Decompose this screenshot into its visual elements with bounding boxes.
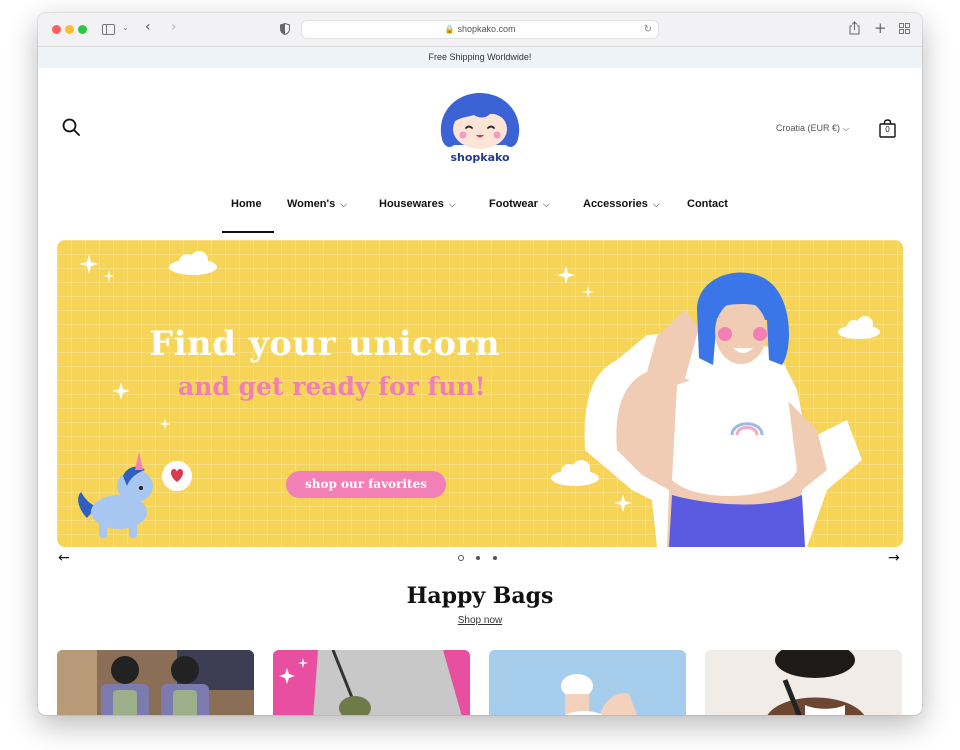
browser-toolbar: ⌄ ‹ › 🔒 shopkako.com ↻ + [38, 13, 922, 47]
tab-overview-icon[interactable] [899, 23, 910, 34]
sidebar-toggle-icon[interactable] [102, 24, 115, 35]
product-image [273, 650, 470, 715]
nav-label: Home [231, 198, 262, 210]
nav-label: Contact [687, 198, 728, 210]
unicorn-illustration [78, 452, 192, 538]
main-nav: Home Women's ⌵ Housewares ⌵ Footwear ⌵ Acce… [38, 198, 922, 220]
logo-wordmark: shopkako [450, 151, 510, 164]
address-bar[interactable]: 🔒 shopkako.com ↻ [301, 20, 659, 39]
nav-label: Women's [287, 198, 336, 210]
arrow-right-icon[interactable]: → [888, 550, 900, 566]
product-card[interactable] [489, 650, 686, 715]
nav-item-footwear[interactable]: Footwear ⌵ [489, 198, 550, 210]
announcement-bar: Free Shipping Worldwide! [38, 47, 922, 68]
hero-title: Find your unicorn [149, 324, 501, 364]
shop-favorites-button[interactable]: shop our favorites [286, 471, 446, 498]
nav-item-accessories[interactable]: Accessories ⌵ [583, 198, 660, 210]
chevron-down-icon: ⌵ [652, 199, 660, 209]
arrow-left-icon[interactable]: ← [58, 550, 70, 566]
nav-label: Footwear [489, 198, 538, 210]
slide-dot[interactable] [493, 556, 497, 560]
slide-dot-active[interactable] [458, 555, 464, 561]
product-image [57, 650, 254, 715]
model-photo [584, 272, 862, 547]
minimize-window-button[interactable] [65, 25, 74, 34]
product-card[interactable] [273, 650, 470, 715]
chevron-down-icon: ⌵ [340, 199, 348, 209]
chevron-down-icon: ⌵ [843, 124, 850, 133]
back-icon[interactable]: ‹ [145, 19, 151, 35]
cart-button[interactable]: 0 [879, 119, 896, 138]
product-grid [57, 650, 903, 715]
nav-active-indicator [222, 231, 274, 233]
locale-label: Croatia (EUR €) [776, 123, 841, 133]
nav-item-contact[interactable]: Contact [687, 198, 728, 210]
product-image [705, 650, 902, 715]
shop-now-link[interactable]: Shop now [38, 615, 922, 626]
lock-icon: 🔒 [444, 25, 455, 34]
section-title: Happy Bags [406, 583, 554, 609]
share-icon[interactable] [849, 21, 860, 35]
nav-label: Housewares [379, 198, 444, 210]
new-tab-icon[interactable]: + [874, 19, 887, 37]
hero-subtitle: and get ready for fun! [178, 372, 486, 401]
reload-icon[interactable]: ↻ [644, 21, 652, 38]
url-text: shopkako.com [457, 24, 516, 34]
nav-item-home[interactable]: Home [231, 198, 262, 210]
close-window-button[interactable] [52, 25, 61, 34]
product-image [489, 650, 686, 715]
product-card[interactable] [57, 650, 254, 715]
slide-dot[interactable] [476, 556, 480, 560]
nav-item-housewares[interactable]: Housewares ⌵ [379, 198, 456, 210]
nav-item-womens[interactable]: Women's ⌵ [287, 198, 347, 210]
hero-banner[interactable]: Find your unicorn and get ready for fun!… [57, 240, 903, 547]
cart-count: 0 [885, 125, 890, 134]
forward-icon[interactable]: › [171, 19, 177, 35]
chevron-down-icon[interactable]: ⌄ [122, 23, 129, 32]
chevron-down-icon: ⌵ [448, 199, 456, 209]
browser-window: ⌄ ‹ › 🔒 shopkako.com ↻ + Free Shipping Wo… [38, 13, 922, 715]
nav-label: Accessories [583, 198, 648, 210]
search-icon[interactable] [62, 118, 80, 136]
chevron-down-icon: ⌵ [542, 199, 550, 209]
locale-selector[interactable]: Croatia (EUR €) ⌵ [776, 123, 849, 134]
zoom-window-button[interactable] [78, 25, 87, 34]
product-card[interactable] [705, 650, 902, 715]
privacy-shield-icon[interactable] [280, 23, 290, 35]
